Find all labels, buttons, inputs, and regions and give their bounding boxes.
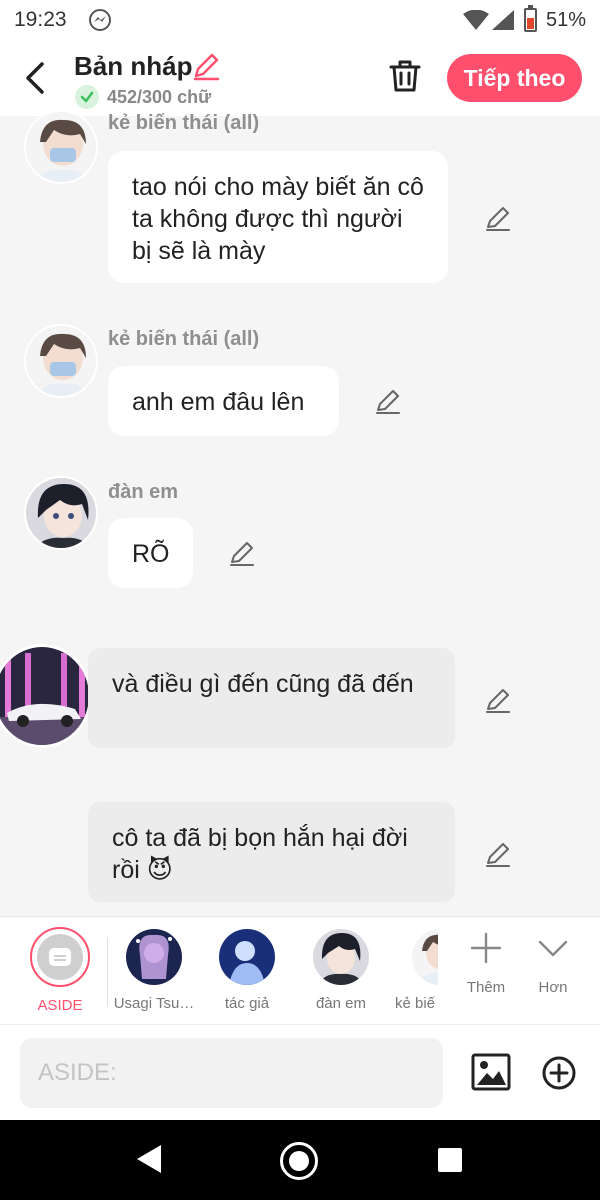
character-label: tác giả — [224, 995, 270, 1012]
battery-percent: 51% — [546, 9, 587, 31]
edit-icon[interactable] — [374, 387, 402, 415]
message-input[interactable] — [20, 1038, 443, 1108]
character-label: kẻ biế — [395, 995, 436, 1012]
avatar[interactable] — [24, 476, 98, 550]
status-time: 19:23 — [14, 8, 67, 31]
messenger-icon — [89, 9, 111, 31]
composer — [0, 1024, 600, 1120]
speaker-name: kẻ biến thái (all) — [108, 112, 260, 134]
edit-icon[interactable] — [228, 539, 256, 567]
edit-icon[interactable] — [484, 204, 512, 232]
edit-title-icon[interactable] — [191, 51, 221, 81]
character-label: đàn em — [315, 995, 367, 1012]
page-title: Bản nháp — [74, 51, 193, 81]
aside-icon — [30, 927, 90, 987]
speaker-name: kẻ biến thái (all) — [108, 328, 260, 350]
avatar[interactable] — [24, 110, 98, 184]
status-bar: 19:23 51% — [0, 0, 600, 40]
chevron-down-icon — [538, 940, 568, 957]
nav-back-icon[interactable] — [135, 1143, 163, 1175]
character-item[interactable]: đàn em — [296, 929, 386, 1012]
character-item[interactable]: tác giả — [202, 929, 292, 1012]
message-bubble[interactable]: anh em đâu lên — [108, 366, 339, 436]
character-label: Usagi Tsu… — [113, 995, 195, 1012]
nav-home-icon[interactable] — [280, 1142, 318, 1180]
speaker-name: đàn em — [108, 481, 179, 503]
system-nav-bar — [0, 1120, 600, 1200]
nav-recents-icon[interactable] — [438, 1148, 462, 1172]
character-label: ASIDE — [37, 997, 83, 1014]
avatar — [219, 929, 275, 985]
character-aside[interactable]: ASIDE — [15, 927, 105, 1014]
avatar — [313, 929, 369, 985]
image-icon[interactable] — [471, 1053, 511, 1091]
edit-icon[interactable] — [484, 686, 512, 714]
narration-bubble[interactable]: và điều gì đến cũng đã đến — [88, 648, 455, 748]
add-circle-icon[interactable] — [541, 1055, 577, 1091]
word-count: 452/300 chữ — [107, 87, 212, 107]
avatar[interactable] — [24, 324, 98, 398]
next-button[interactable]: Tiếp theo — [447, 54, 582, 102]
plus-icon — [470, 932, 502, 964]
avatar — [412, 929, 438, 985]
avatar — [126, 929, 182, 985]
editor-header: Bản nháp 452/300 chữ Tiếp theo — [0, 40, 600, 116]
back-arrow-icon[interactable] — [22, 60, 50, 96]
check-icon — [75, 85, 99, 109]
avatar[interactable] — [0, 644, 92, 748]
character-item[interactable]: Usagi Tsu… — [109, 929, 199, 1012]
divider — [107, 937, 108, 1007]
signal-icon — [492, 10, 514, 30]
expand-button[interactable]: Hơn — [508, 931, 598, 996]
message-bubble[interactable]: tao nói cho mày biết ăn cô ta không được… — [108, 151, 448, 283]
edit-icon[interactable] — [484, 840, 512, 868]
expand-label: Hơn — [538, 979, 568, 996]
battery-icon — [524, 5, 537, 32]
message-bubble[interactable]: RÕ — [108, 518, 193, 588]
wifi-icon — [463, 10, 489, 30]
narration-bubble[interactable]: cô ta đã bị bọn hắn hại đời rồi 😈 — [88, 802, 455, 902]
character-item[interactable]: kẻ biế — [390, 929, 438, 1012]
trash-icon[interactable] — [388, 58, 422, 94]
character-selector: ASIDE Usagi Tsu… tác giả đàn em kẻ biế T… — [0, 916, 600, 1024]
